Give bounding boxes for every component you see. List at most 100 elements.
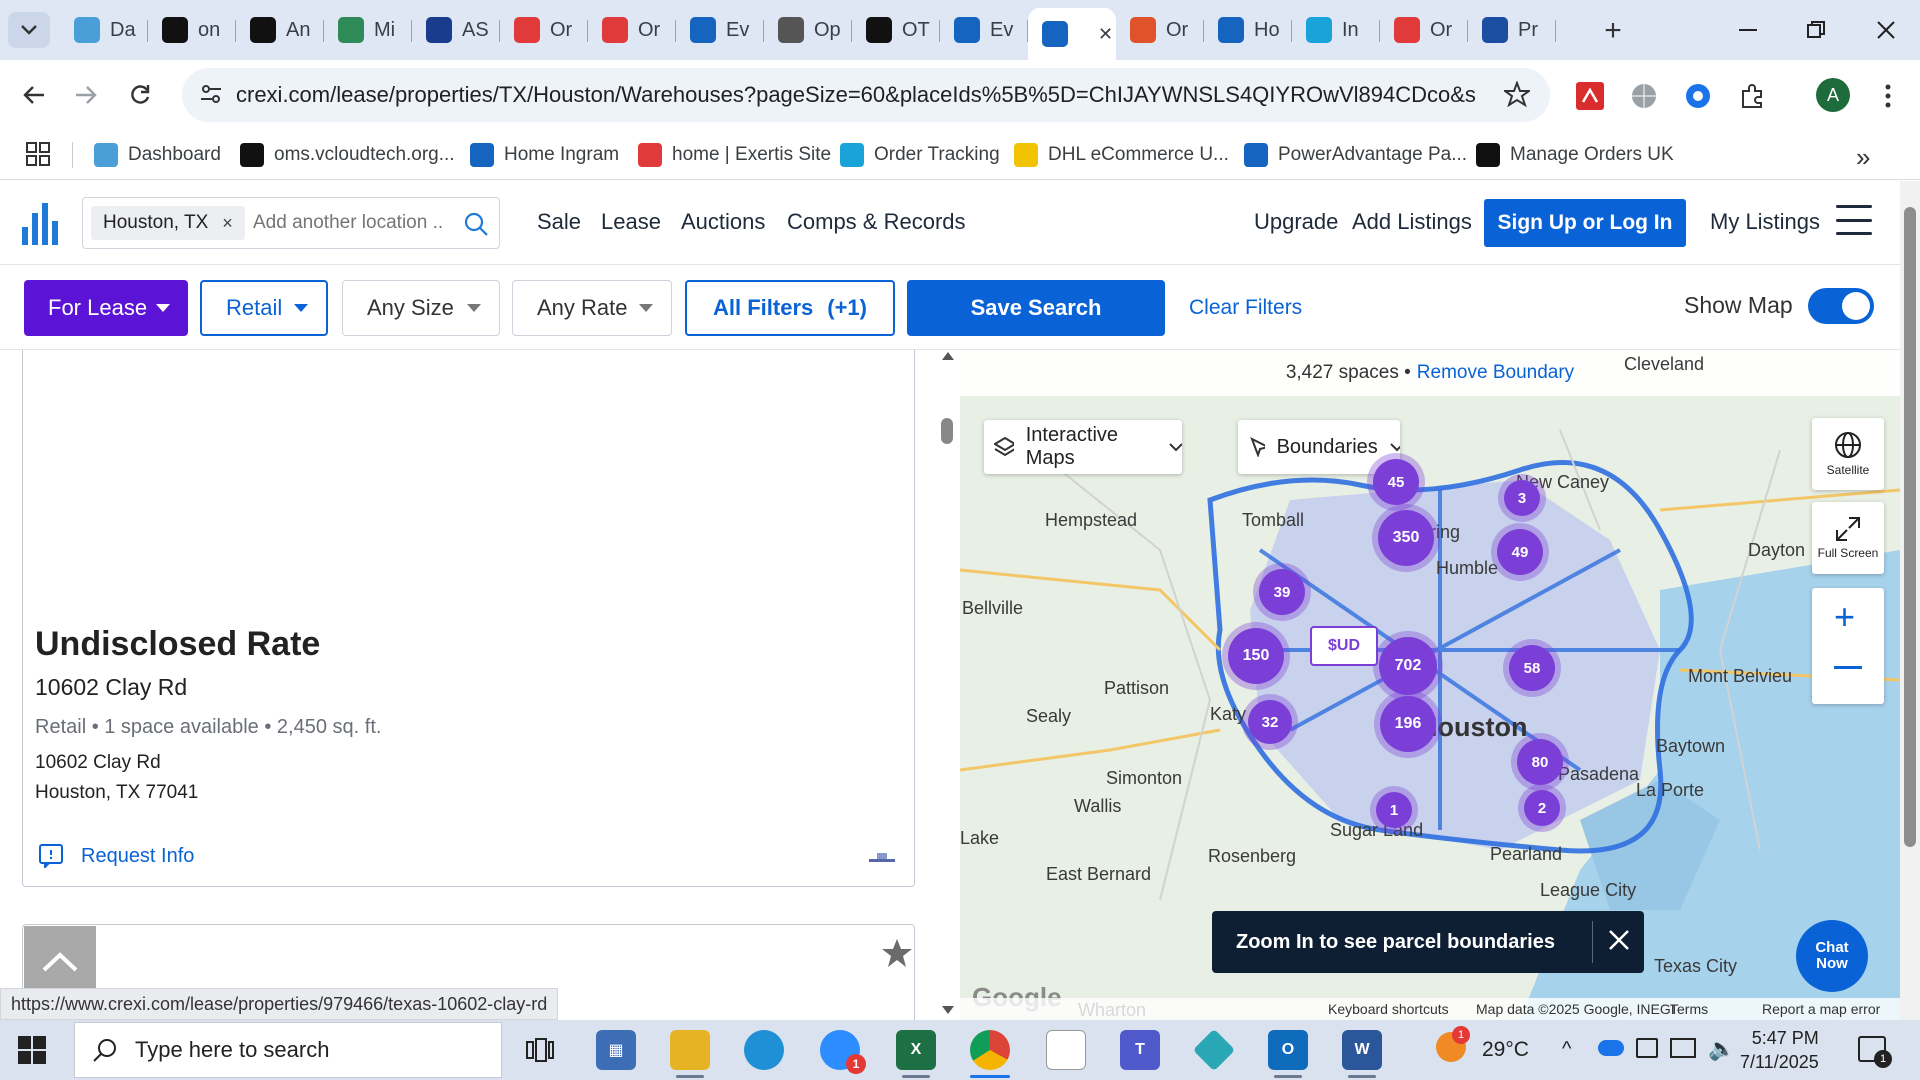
- nav-sale[interactable]: Sale: [537, 209, 581, 235]
- zoom-app-icon[interactable]: 1: [820, 1030, 866, 1074]
- crexi-logo[interactable]: [22, 203, 58, 250]
- map-cluster-marker[interactable]: 39: [1259, 569, 1305, 615]
- map-cluster-marker[interactable]: 150: [1228, 628, 1284, 684]
- bookmark-item[interactable]: Manage Orders UK: [1476, 138, 1674, 172]
- battery-icon[interactable]: [1636, 1038, 1658, 1058]
- browser-tab[interactable]: Ho: [1204, 8, 1292, 52]
- show-map-toggle[interactable]: [1808, 288, 1874, 324]
- pdf-extension-icon[interactable]: [1572, 78, 1608, 114]
- windows-start-icon[interactable]: [18, 1036, 46, 1064]
- page-scrollbar[interactable]: [1900, 181, 1920, 1020]
- taskbar-clock[interactable]: 5:47 PM 7/11/2025: [1740, 1026, 1819, 1074]
- task-view-icon[interactable]: [520, 1030, 560, 1070]
- bookmark-item[interactable]: DHL eCommerce U...: [1014, 138, 1229, 172]
- map-cluster-marker[interactable]: 2: [1524, 790, 1560, 826]
- reload-button[interactable]: [120, 75, 160, 115]
- zoom-out-button[interactable]: [1834, 666, 1862, 669]
- chat-now-button[interactable]: Chat Now: [1796, 920, 1868, 992]
- favorite-star-icon[interactable]: [881, 937, 913, 974]
- browser-tab[interactable]: Ev: [940, 8, 1028, 52]
- add-listings-link[interactable]: Add Listings: [1352, 209, 1472, 235]
- browser-tab[interactable]: Pr: [1468, 8, 1556, 52]
- url-text[interactable]: crexi.com/lease/properties/TX/Houston/Wa…: [236, 82, 1476, 108]
- map-cluster-marker[interactable]: 3: [1504, 480, 1540, 516]
- terms-link[interactable]: Terms: [1670, 1001, 1708, 1017]
- globe-extension-icon[interactable]: [1626, 78, 1662, 114]
- size-dropdown[interactable]: Any Size: [342, 280, 500, 336]
- clear-filters-link[interactable]: Clear Filters: [1189, 296, 1302, 320]
- profile-avatar[interactable]: A: [1816, 78, 1850, 112]
- more-bookmarks-icon[interactable]: »: [1856, 142, 1870, 173]
- network-extension-icon[interactable]: [1680, 78, 1716, 114]
- browser-tab[interactable]: An: [236, 8, 324, 52]
- upgrade-link[interactable]: Upgrade: [1254, 209, 1338, 235]
- address-bar[interactable]: crexi.com/lease/properties/TX/Houston/Wa…: [182, 68, 1550, 122]
- bookmark-item[interactable]: Home Ingram: [470, 138, 619, 172]
- teams-icon[interactable]: T: [1120, 1030, 1160, 1070]
- location-input[interactable]: [253, 212, 443, 234]
- tray-chevron-up-icon[interactable]: ^: [1562, 1038, 1571, 1061]
- map-area[interactable]: 3,427 spaces • Remove Boundary Interacti…: [960, 350, 1900, 1020]
- close-toast-icon[interactable]: [1608, 929, 1630, 957]
- report-map-error-link[interactable]: Report a map error: [1762, 1001, 1880, 1017]
- search-icon[interactable]: [463, 211, 489, 242]
- nav-lease[interactable]: Lease: [601, 209, 661, 235]
- request-info-button[interactable]: Request Info: [39, 844, 194, 868]
- browser-tab[interactable]: Mi: [324, 8, 412, 52]
- map-cluster-marker[interactable]: 80: [1517, 739, 1563, 785]
- new-tab-button[interactable]: +: [1596, 14, 1630, 48]
- browser-tab[interactable]: Or: [1380, 8, 1468, 52]
- retail-dropdown[interactable]: Retail: [200, 280, 328, 336]
- keyboard-shortcuts-link[interactable]: Keyboard shortcuts: [1328, 1001, 1449, 1017]
- satellite-button[interactable]: Satellite: [1812, 418, 1884, 490]
- browser-tab[interactable]: Or: [1116, 8, 1204, 52]
- bookmark-item[interactable]: oms.vcloudtech.org...: [240, 138, 455, 172]
- forward-button[interactable]: [66, 75, 106, 115]
- browser-tab[interactable]: Or: [500, 8, 588, 52]
- browser-tab[interactable]: Da: [60, 8, 148, 52]
- file-explorer-icon[interactable]: [670, 1030, 710, 1078]
- map-cluster-marker[interactable]: 49: [1497, 529, 1543, 575]
- outlook-icon[interactable]: O: [1268, 1030, 1308, 1078]
- extensions-puzzle-icon[interactable]: [1734, 78, 1770, 114]
- browser-tab[interactable]: on: [148, 8, 236, 52]
- boundaries-dropdown[interactable]: Boundaries: [1238, 420, 1400, 474]
- chrome-taskbar-icon[interactable]: [970, 1030, 1010, 1078]
- sign-up-button[interactable]: Sign Up or Log In: [1484, 199, 1686, 247]
- hex-app-icon[interactable]: [1192, 1028, 1236, 1072]
- browser-tab[interactable]: Or: [588, 8, 676, 52]
- bookmark-item[interactable]: home | Exertis Site: [638, 138, 831, 172]
- listing-card[interactable]: Undisclosed Rate 10602 Clay Rd Retail • …: [22, 350, 915, 887]
- apps-grid-icon[interactable]: [26, 142, 50, 171]
- price-marker[interactable]: $UD: [1310, 626, 1378, 666]
- save-search-button[interactable]: Save Search: [907, 280, 1165, 336]
- notepad-icon[interactable]: [1046, 1030, 1086, 1070]
- taskbar-search-box[interactable]: Type here to search: [74, 1022, 502, 1078]
- network-icon[interactable]: [1670, 1038, 1696, 1058]
- weather-icon[interactable]: 1: [1436, 1026, 1470, 1062]
- remove-boundary-link[interactable]: Remove Boundary: [1417, 362, 1574, 384]
- rate-dropdown[interactable]: Any Rate: [512, 280, 672, 336]
- bookmark-star-icon[interactable]: [1501, 80, 1533, 112]
- map-cluster-marker[interactable]: 45: [1373, 459, 1419, 505]
- location-search-box[interactable]: Houston, TX ×: [82, 197, 500, 249]
- all-filters-button[interactable]: All Filters (+1): [685, 280, 895, 336]
- full-screen-button[interactable]: Full Screen: [1812, 502, 1884, 574]
- listing-scrollbar[interactable]: [940, 350, 954, 1020]
- hamburger-menu-icon[interactable]: [1836, 205, 1872, 235]
- browser-tab[interactable]: In: [1292, 8, 1380, 52]
- bookmark-item[interactable]: Dashboard: [94, 138, 221, 172]
- interactive-maps-dropdown[interactable]: Interactive Maps: [984, 420, 1182, 474]
- bookmark-item[interactable]: Order Tracking: [840, 138, 1000, 172]
- edge-browser-icon[interactable]: [744, 1030, 784, 1070]
- calculator-icon[interactable]: ▦: [596, 1030, 636, 1070]
- excel-icon[interactable]: X: [896, 1030, 936, 1078]
- map-cluster-marker[interactable]: 58: [1509, 645, 1555, 691]
- map-cluster-marker[interactable]: 196: [1380, 696, 1436, 752]
- minimize-button[interactable]: [1728, 12, 1768, 48]
- chrome-menu-icon[interactable]: [1870, 78, 1906, 114]
- bookmark-item[interactable]: PowerAdvantage Pa...: [1244, 138, 1467, 172]
- close-window-button[interactable]: [1866, 12, 1906, 48]
- my-listings-link[interactable]: My Listings: [1710, 209, 1820, 235]
- map-cluster-marker[interactable]: 1: [1376, 792, 1412, 828]
